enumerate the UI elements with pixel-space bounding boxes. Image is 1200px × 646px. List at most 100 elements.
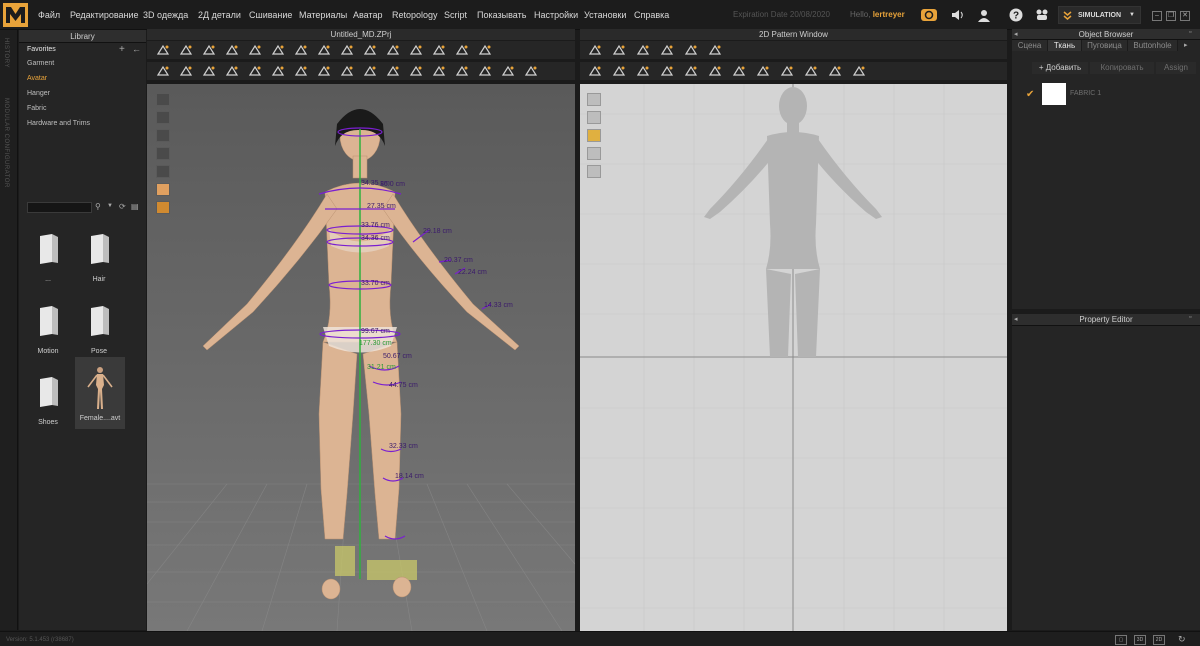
panel-collapse-icon[interactable]: ◂: [1014, 315, 1018, 323]
3d-row2-tool-1-icon[interactable]: [156, 65, 170, 77]
2d-row2-tool-10-icon[interactable]: [804, 65, 818, 77]
3d-row2-tool-8-icon[interactable]: [317, 65, 331, 77]
library-tile-shoes[interactable]: Shoes: [23, 363, 73, 431]
menu-3d-garment[interactable]: 3D одежда: [143, 10, 188, 20]
avatar-tool-5-icon[interactable]: [156, 165, 170, 178]
2d-row2-tool-4-icon[interactable]: [660, 65, 674, 77]
3d-row1-tool-9-icon[interactable]: [340, 44, 354, 56]
library-tile-parent[interactable]: ...: [23, 220, 73, 288]
panel-float-icon[interactable]: ▫: [1189, 314, 1191, 321]
menu-materials[interactable]: Материалы: [299, 10, 347, 20]
2d-row2-tool-12-icon[interactable]: [852, 65, 866, 77]
panel-collapse-icon[interactable]: ◂: [1014, 30, 1018, 38]
3d-row2-tool-4-icon[interactable]: [225, 65, 239, 77]
2d-row2-tool-7-icon[interactable]: [732, 65, 746, 77]
panel-float-icon[interactable]: ▫: [1189, 29, 1191, 36]
3d-row1-tool-8-icon[interactable]: [317, 44, 331, 56]
community-icon[interactable]: [1033, 7, 1051, 23]
cloud-sync-icon[interactable]: [920, 7, 938, 23]
library-item-hardware-trims[interactable]: Hardware and Trims: [27, 120, 90, 127]
3d-row2-tool-10-icon[interactable]: [363, 65, 377, 77]
2d-row2-tool-6-icon[interactable]: [708, 65, 722, 77]
3d-row2-tool-5-icon[interactable]: [248, 65, 262, 77]
library-search-input[interactable]: [27, 202, 92, 213]
3d-row2-tool-12-icon[interactable]: [409, 65, 423, 77]
3d-row2-tool-3-icon[interactable]: [202, 65, 216, 77]
menu-display[interactable]: Показывать: [477, 10, 526, 20]
menu-avatar[interactable]: Аватар: [353, 10, 383, 20]
refresh-icon[interactable]: ⟳: [119, 202, 126, 211]
library-tile-female-avatar[interactable]: Female....avt: [75, 357, 125, 429]
fabric-swatch[interactable]: [1042, 83, 1066, 105]
tab-button[interactable]: Пуговица: [1082, 40, 1128, 51]
library-item-garment[interactable]: Garment: [27, 60, 54, 67]
username[interactable]: lertreyer: [873, 10, 905, 19]
2d-row1-tool-5-icon[interactable]: [684, 44, 698, 56]
pattern-tool-5-icon[interactable]: [587, 165, 601, 178]
library-item-fabric[interactable]: Fabric: [27, 105, 46, 112]
library-tile-motion[interactable]: Motion: [23, 292, 73, 360]
2d-pattern-viewport[interactable]: [580, 84, 1007, 631]
menu-script[interactable]: Script: [444, 10, 467, 20]
2d-row2-tool-11-icon[interactable]: [828, 65, 842, 77]
menu-retopology[interactable]: Retopology: [392, 10, 438, 20]
minimize-icon[interactable]: –: [1152, 11, 1162, 21]
tab-scroll-right-icon[interactable]: ▸: [1184, 41, 1188, 49]
3d-view-icon[interactable]: 3D: [1134, 635, 1146, 645]
add-fabric-button[interactable]: + Добавить: [1032, 62, 1088, 74]
2d-row2-tool-1-icon[interactable]: [588, 65, 602, 77]
pattern-tool-2-icon[interactable]: [587, 111, 601, 124]
menu-edit[interactable]: Редактирование: [70, 10, 139, 20]
library-item-hanger[interactable]: Hanger: [27, 90, 50, 97]
app-logo-icon[interactable]: [3, 3, 28, 27]
3d-row2-tool-14-icon[interactable]: [455, 65, 469, 77]
3d-row2-tool-6-icon[interactable]: [271, 65, 285, 77]
3d-row2-tool-17-icon[interactable]: [524, 65, 538, 77]
3d-row1-tool-2-icon[interactable]: [179, 44, 193, 56]
3d-row2-tool-9-icon[interactable]: [340, 65, 354, 77]
3d-row1-tool-13-icon[interactable]: [432, 44, 446, 56]
add-favorite-icon[interactable]: +: [119, 44, 125, 55]
3d-row2-tool-7-icon[interactable]: [294, 65, 308, 77]
modular-configurator-tab[interactable]: MODULAR CONFIGURATOR: [3, 98, 9, 188]
library-tile-pose[interactable]: Pose: [74, 292, 124, 360]
info-icon[interactable]: [587, 129, 601, 142]
menu-2d-pattern[interactable]: 2Д детали: [198, 10, 241, 20]
view-mode-icon[interactable]: ▤: [131, 202, 139, 211]
2d-row1-tool-6-icon[interactable]: [708, 44, 722, 56]
fabric-name[interactable]: FABRIC 1: [1070, 90, 1101, 97]
avatar-tool-2-icon[interactable]: [156, 111, 170, 124]
library-item-avatar[interactable]: Avatar: [27, 75, 47, 82]
close-icon[interactable]: ✕: [1180, 11, 1190, 21]
pattern-tool-4-icon[interactable]: [587, 147, 601, 160]
3d-row1-tool-1-icon[interactable]: [156, 44, 170, 56]
single-view-icon[interactable]: ▢: [1115, 635, 1127, 645]
search-dropdown-icon[interactable]: ▼: [107, 203, 113, 209]
3d-row1-tool-15-icon[interactable]: [478, 44, 492, 56]
3d-row1-tool-5-icon[interactable]: [248, 44, 262, 56]
tab-buttonhole[interactable]: Buttonhole: [1128, 40, 1178, 51]
avatar-tool-1-icon[interactable]: [156, 93, 170, 106]
2d-view-icon[interactable]: 2D: [1153, 635, 1165, 645]
3d-row1-tool-10-icon[interactable]: [363, 44, 377, 56]
2d-row2-tool-5-icon[interactable]: [684, 65, 698, 77]
search-icon[interactable]: ⚲: [95, 202, 101, 211]
2d-row1-tool-1-icon[interactable]: [588, 44, 602, 56]
avatar-tool-4-icon[interactable]: [156, 147, 170, 160]
3d-row2-tool-16-icon[interactable]: [501, 65, 515, 77]
2d-row1-tool-2-icon[interactable]: [612, 44, 626, 56]
user-icon[interactable]: [975, 7, 993, 23]
history-tab[interactable]: HISTORY: [3, 38, 9, 68]
avatar-display-icon[interactable]: [156, 183, 170, 196]
help-icon[interactable]: ?: [1007, 7, 1025, 23]
back-arrow-icon[interactable]: ←: [132, 44, 141, 54]
library-favorites[interactable]: Favorites: [27, 46, 56, 53]
3d-row1-tool-11-icon[interactable]: [386, 44, 400, 56]
menu-file[interactable]: Файл: [38, 10, 60, 20]
2d-row2-tool-3-icon[interactable]: [636, 65, 650, 77]
3d-row2-tool-11-icon[interactable]: [386, 65, 400, 77]
copy-fabric-button[interactable]: Копировать: [1090, 62, 1154, 74]
3d-row1-tool-12-icon[interactable]: [409, 44, 423, 56]
2d-row2-tool-8-icon[interactable]: [756, 65, 770, 77]
assign-fabric-button[interactable]: Assign: [1156, 62, 1196, 74]
